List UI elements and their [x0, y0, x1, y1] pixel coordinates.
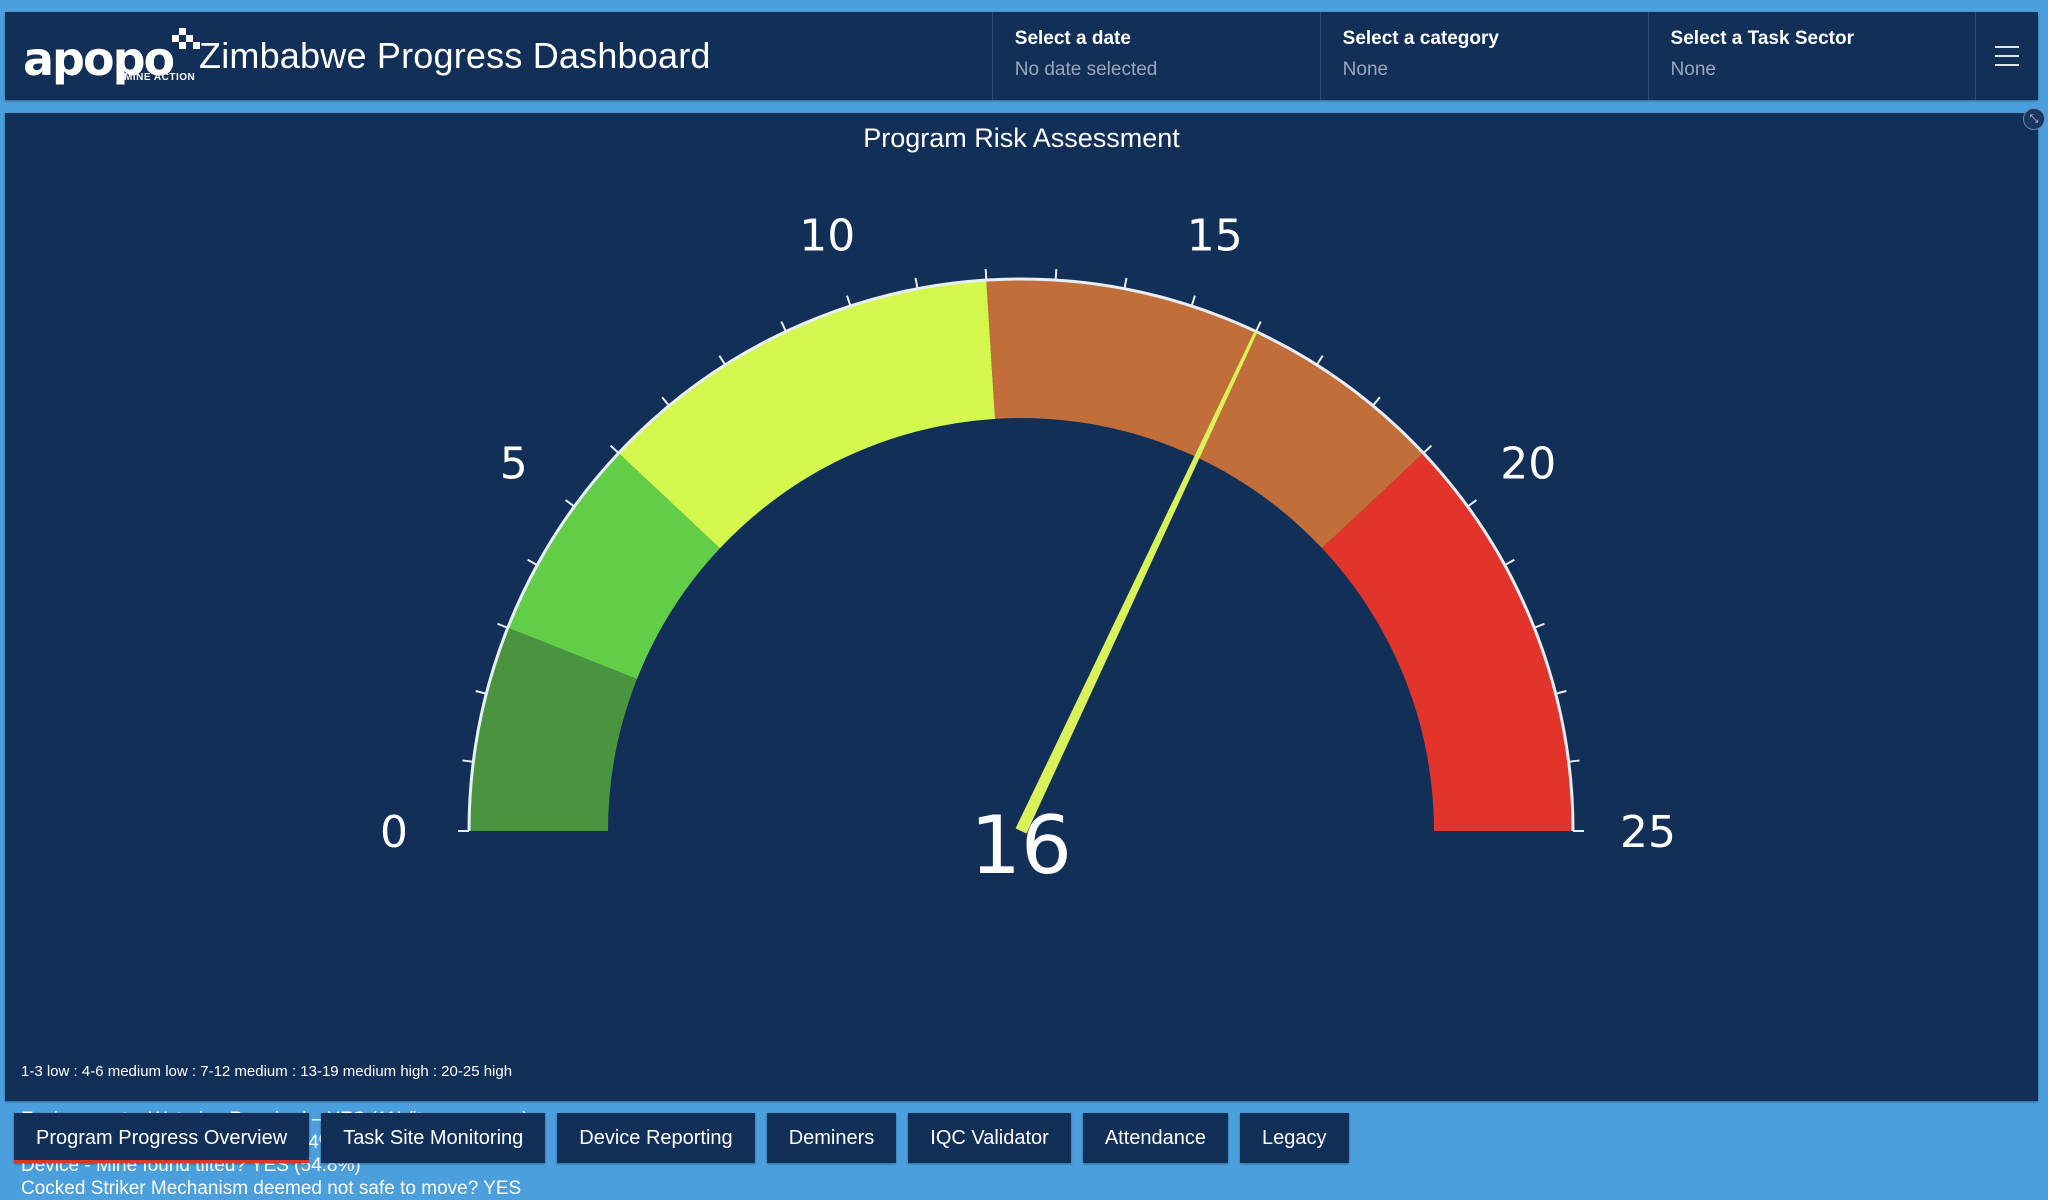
- risk-scale-legend: 1-3 low : 4-6 medium low : 7-12 medium :…: [21, 1063, 513, 1080]
- gauge-tick: [914, 277, 919, 289]
- logo-pixel-icon: [169, 28, 200, 58]
- gauge-tick: [564, 499, 576, 508]
- gauge-tick: [462, 759, 474, 763]
- gauge-tick-label: 20: [1500, 438, 1556, 489]
- gauge-tick: [1504, 558, 1515, 566]
- gauge-tick: [1466, 499, 1478, 508]
- gauge-tick: [718, 355, 727, 366]
- gauge-tick: [1555, 690, 1567, 695]
- gauge-tick: [1568, 759, 1580, 763]
- app-header: apopo MINE ACTION Zimbabwe Progress Dash…: [5, 12, 2038, 100]
- gauge-tick: [661, 396, 670, 407]
- collapse-arrows-icon[interactable]: ⤡: [2023, 108, 2045, 130]
- gauge-tick-label: 25: [1620, 807, 1676, 858]
- task-sector-filter-label: Select a Task Sector: [1670, 28, 1854, 49]
- tab-iqc-validator[interactable]: IQC Validator: [908, 1113, 1071, 1163]
- gauge-tick: [1315, 355, 1324, 366]
- gauge-tick: [609, 444, 620, 454]
- gauge-tick: [1123, 277, 1128, 289]
- tab-label: Program Progress Overview: [36, 1126, 288, 1149]
- date-filter-label: Select a date: [1014, 28, 1131, 49]
- category-filter-label: Select a category: [1342, 28, 1499, 49]
- gauge-tick: [527, 558, 538, 566]
- note-line: Cocked Striker Mechanism deemed not safe…: [21, 1178, 522, 1199]
- tab-attendance[interactable]: Attendance: [1082, 1113, 1229, 1163]
- task-sector-filter[interactable]: Select a Task Sector None: [1647, 12, 1976, 100]
- gauge-tick: [1190, 295, 1196, 307]
- gauge-tick: [846, 295, 852, 307]
- tab-deminers[interactable]: Deminers: [766, 1113, 897, 1163]
- gauge-tick-label: 0: [380, 807, 408, 858]
- menu-line: [1995, 55, 2020, 57]
- task-sector-filter-value[interactable]: None: [1671, 59, 1954, 81]
- menu-line: [1995, 46, 2020, 48]
- gauge-band-12-19: [986, 279, 1424, 549]
- gauge-tick: [1533, 622, 1545, 629]
- date-filter-value[interactable]: No date selected: [1015, 59, 1298, 81]
- dashboard-title: Zimbabwe Progress Dashboard: [199, 35, 711, 76]
- brand: apopo MINE ACTION Zimbabwe Progress Dash…: [5, 12, 992, 100]
- gauge-tick-label: 5: [500, 438, 528, 489]
- risk-gauge: 0 5 10 15 20 25 16: [380, 211, 1676, 892]
- gauge-tick: [1054, 269, 1058, 281]
- gauge-tick: [780, 321, 787, 332]
- tab-program-progress-overview[interactable]: Program Progress Overview: [14, 1113, 310, 1163]
- tab-label: Device Reporting: [579, 1126, 733, 1149]
- tab-task-site-monitoring[interactable]: Task Site Monitoring: [321, 1113, 546, 1163]
- page-tabs: Program Progress Overview Task Site Moni…: [14, 1113, 1349, 1163]
- gauge-tick: [1422, 444, 1433, 454]
- gauge-panel: Program Risk Assessment 0 5 10 15 20 25 16 1-…: [5, 113, 2038, 1199]
- tab-label: IQC Validator: [930, 1126, 1049, 1149]
- logo-subtext: MINE ACTION: [124, 72, 196, 83]
- gauge-tick: [984, 269, 988, 281]
- category-filter-value[interactable]: None: [1343, 59, 1626, 81]
- tab-legacy[interactable]: Legacy: [1240, 1113, 1349, 1163]
- tab-label: Attendance: [1104, 1126, 1207, 1149]
- tab-label: Task Site Monitoring: [343, 1126, 524, 1149]
- gauge-tick: [475, 690, 487, 695]
- gauge-tick: [497, 622, 509, 629]
- apopo-logo: apopo MINE ACTION: [19, 26, 200, 86]
- menu-line: [1995, 64, 2020, 66]
- category-filter[interactable]: Select a category None: [1319, 12, 1648, 100]
- gauge-tick-label: 10: [799, 211, 855, 262]
- gauge-tick: [1372, 396, 1381, 407]
- tab-label: Legacy: [1262, 1126, 1327, 1149]
- tab-label: Deminers: [788, 1126, 875, 1149]
- tab-device-reporting[interactable]: Device Reporting: [557, 1113, 755, 1163]
- hamburger-menu-icon[interactable]: [1975, 12, 2038, 100]
- gauge-tick-label: 15: [1187, 211, 1243, 262]
- gauge-value-label: 16: [970, 799, 1072, 892]
- date-filter[interactable]: Select a date No date selected: [991, 12, 1320, 100]
- gauge-tick: [1255, 321, 1262, 332]
